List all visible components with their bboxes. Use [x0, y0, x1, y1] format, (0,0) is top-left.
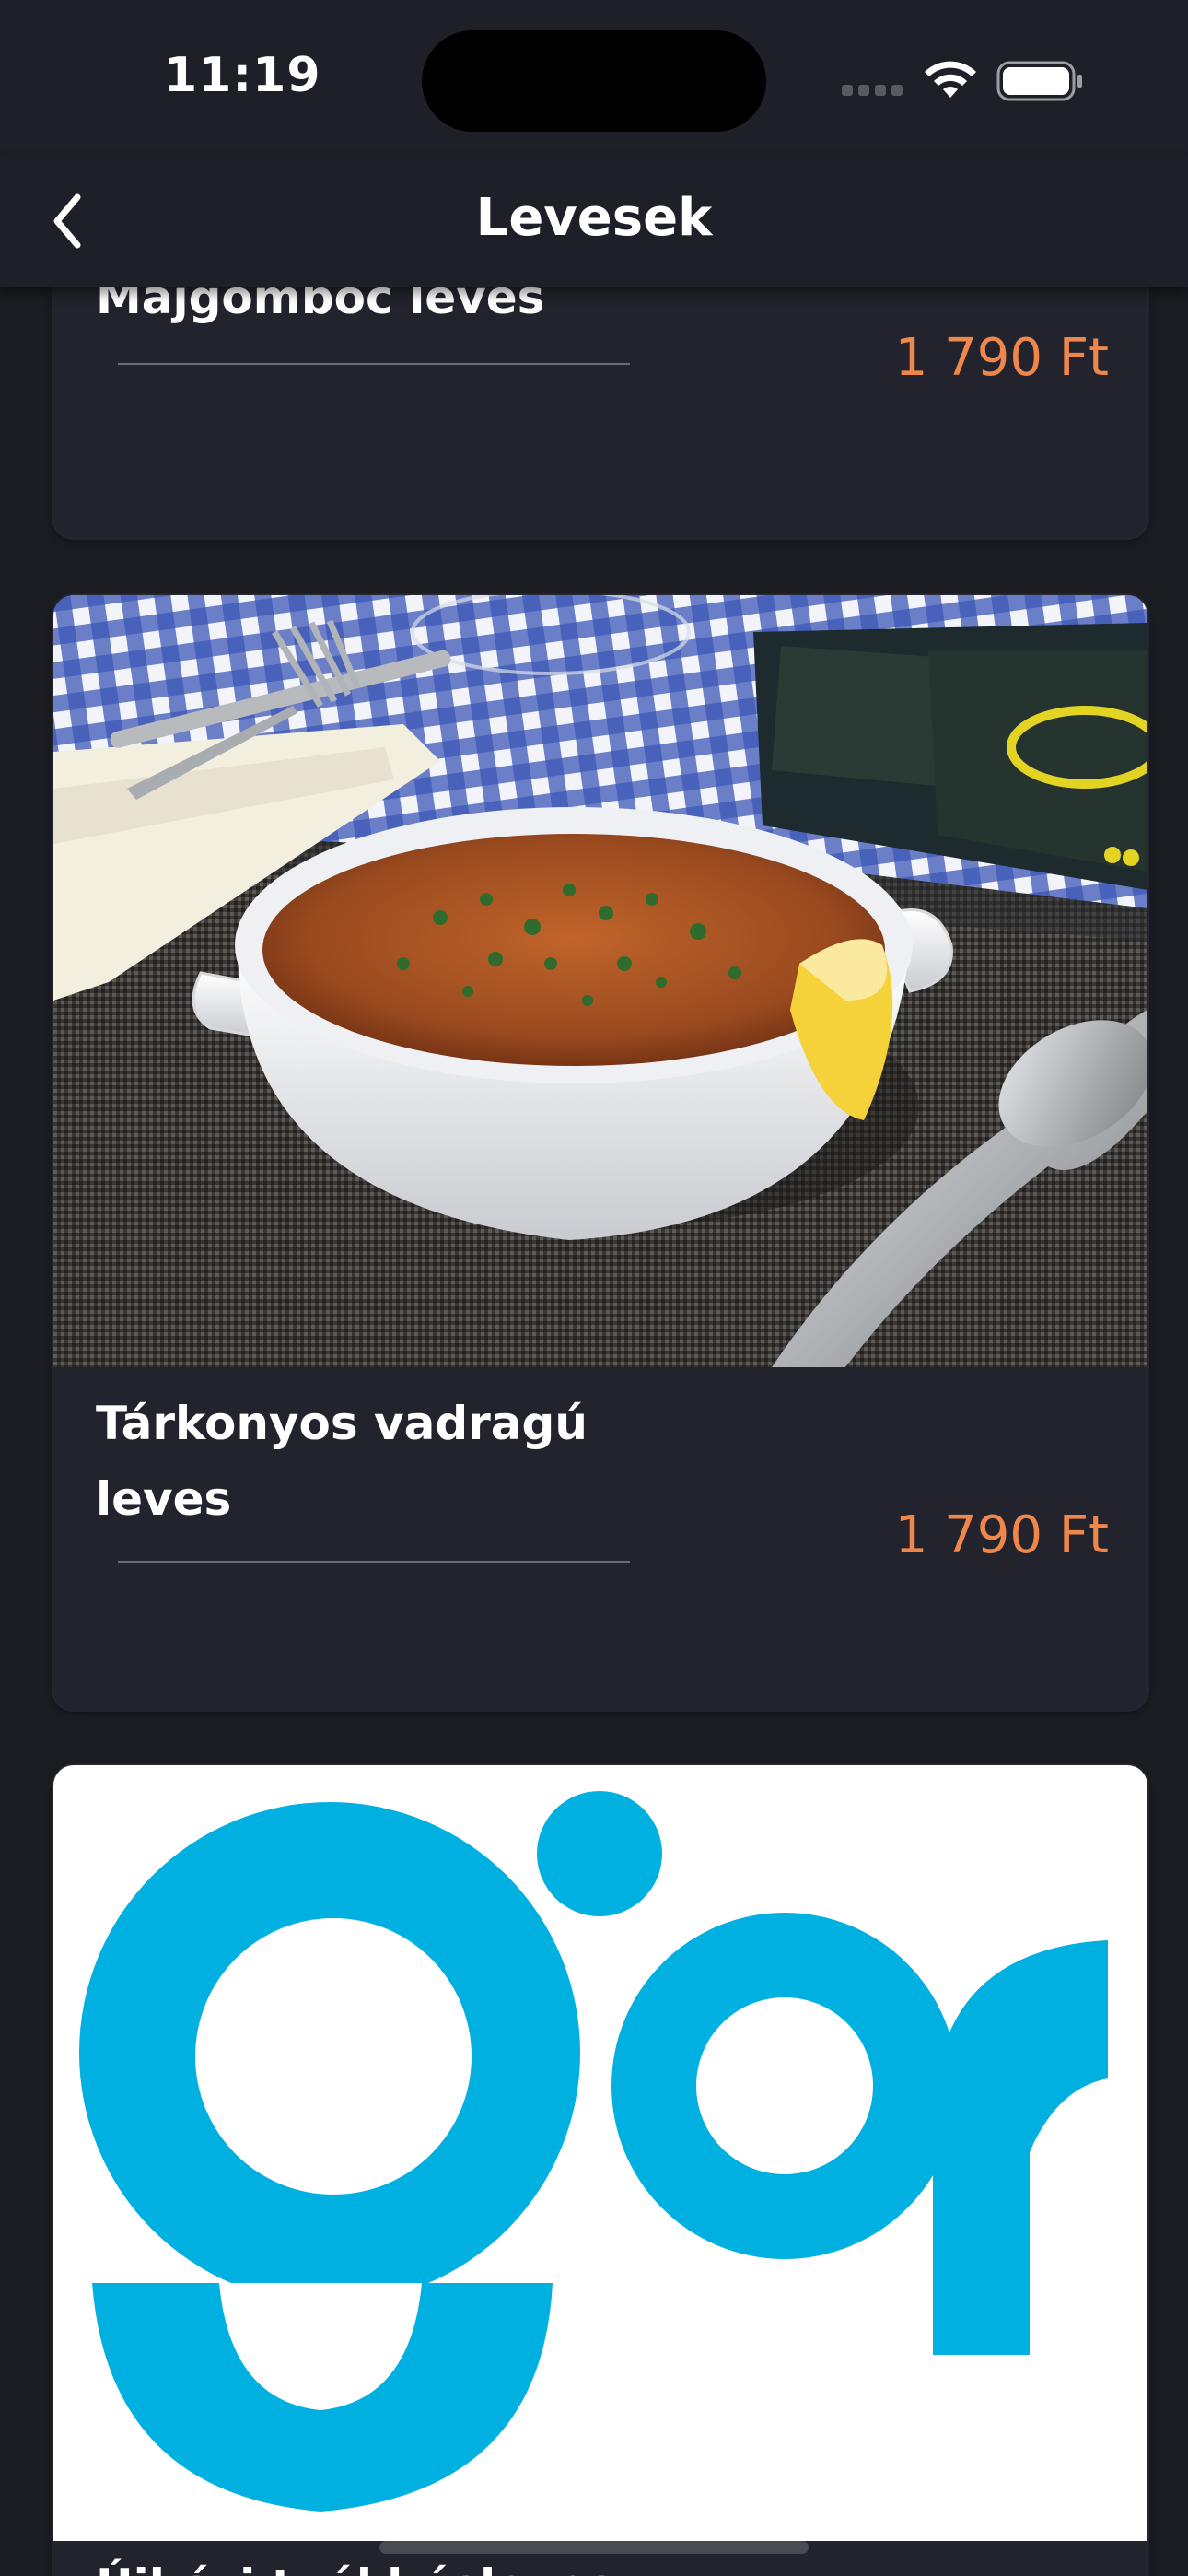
- logo-image: [53, 1765, 1147, 2541]
- menu-item-name: Tárkonyos vadragú leves: [96, 1397, 588, 1526]
- status-time: 11:19: [164, 48, 321, 103]
- placeholder-logo: [79, 1791, 1108, 2512]
- cellular-signal-icon: [842, 85, 906, 98]
- navigation-bar: Levesek: [0, 157, 1188, 287]
- divider: [118, 363, 630, 365]
- divider: [118, 1561, 630, 1563]
- menu-list[interactable]: Májgombóc leves 1 790 Ft Tárkonyos vadra…: [0, 287, 1188, 2576]
- soup-photo: [53, 595, 1147, 1367]
- battery-icon: [996, 61, 1082, 101]
- dynamic-island: [422, 30, 766, 132]
- menu-item-price: 1 790 Ft: [894, 1505, 1109, 1565]
- menu-item-name: Májgombóc leves: [96, 287, 545, 324]
- menu-item-card[interactable]: Újházi tyúkhúsleves: [53, 1765, 1147, 2576]
- wifi-icon: [925, 61, 976, 98]
- home-indicator[interactable]: [379, 2541, 809, 2554]
- app-screen: 11:19 Levesek Májgombóc leves 1 790 Ft T…: [0, 0, 1188, 2576]
- menu-item-card[interactable]: Májgombóc leves 1 790 Ft: [53, 287, 1147, 538]
- menu-item-price: 1 790 Ft: [894, 328, 1109, 388]
- menu-item-card[interactable]: Tárkonyos vadragú leves 1 790 Ft: [53, 595, 1147, 1710]
- page-title: Levesek: [475, 188, 713, 248]
- status-bar: 11:19: [0, 0, 1188, 157]
